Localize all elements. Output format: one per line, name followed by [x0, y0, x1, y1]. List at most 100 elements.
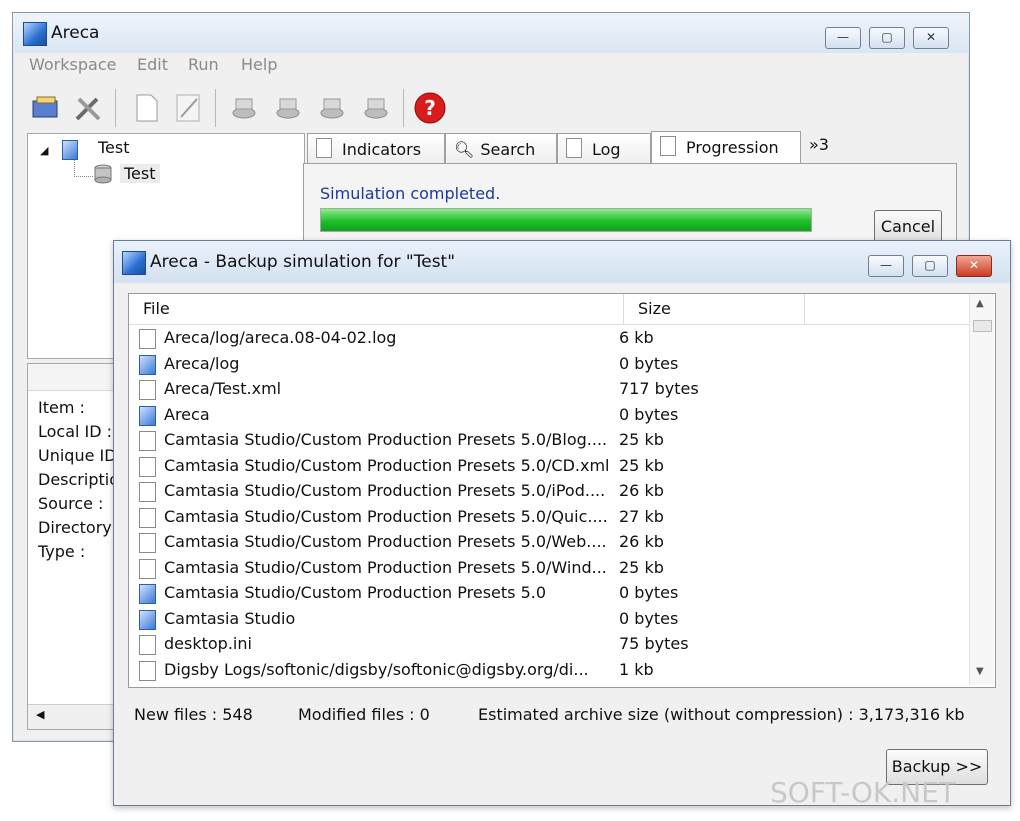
prop-unique-id: Unique ID	[38, 446, 117, 465]
tab-search-label: Search	[480, 140, 536, 159]
menu-workspace[interactable]: Workspace	[29, 55, 116, 74]
file-name: desktop.ini	[164, 634, 252, 653]
file-icon	[139, 431, 156, 451]
folder-icon	[139, 405, 156, 426]
scroll-up-icon[interactable]: ▲	[976, 298, 984, 309]
table-row[interactable]: Camtasia Studio/Custom Production Preset…	[129, 428, 969, 453]
table-row[interactable]: Camtasia Studio/Custom Production Preset…	[129, 479, 969, 504]
vertical-scrollbar[interactable]: ▲ ▼	[969, 294, 994, 685]
edit-icon[interactable]	[171, 91, 205, 125]
scroll-down-icon[interactable]: ▼	[976, 666, 984, 677]
table-row[interactable]: Camtasia Studio/Custom Production Preset…	[129, 530, 969, 555]
table-row[interactable]: desktop.ini 75 bytes	[129, 632, 969, 657]
file-name: Camtasia Studio/Custom Production Preset…	[164, 532, 607, 551]
file-name: Digsby Logs/softonic/digsby/softonic@dig…	[164, 659, 589, 679]
file-size: 717 bytes	[619, 379, 699, 398]
file-list[interactable]: File Size Areca/log/areca.08-04-02.log 6 …	[128, 293, 996, 688]
file-name: Areca/log/areca.08-04-02.log	[164, 328, 397, 347]
file-name: Camtasia Studio/Custom Production Preset…	[164, 583, 547, 602]
file-name: Camtasia Studio/Custom Production Preset…	[164, 557, 607, 577]
svg-text:?: ?	[424, 96, 436, 120]
tab-log[interactable]: Log	[557, 133, 651, 166]
table-row[interactable]: Areca/Test.xml 717 bytes	[129, 377, 969, 402]
dialog-title-bar[interactable]: Areca - Backup simulation for "Test" — ▢…	[114, 241, 1010, 283]
new-document-icon[interactable]	[129, 91, 163, 125]
search-icon: 🔍︎	[454, 140, 475, 159]
help-icon[interactable]: ?	[413, 91, 447, 125]
tab-search[interactable]: 🔍︎ Search	[445, 133, 557, 166]
tree-child-label[interactable]: Test	[120, 164, 160, 183]
file-name: Camtasia Studio/Custom Production Preset…	[164, 506, 608, 526]
scroll-thumb[interactable]	[973, 320, 992, 332]
tab-indicators[interactable]: Indicators	[307, 133, 445, 166]
prop-source: Source :	[38, 494, 104, 513]
tabs-overflow-button[interactable]: »3	[809, 135, 829, 154]
tab-indicators-label: Indicators	[342, 140, 422, 159]
file-name: Camtasia Studio	[164, 608, 296, 628]
toolbar-separator	[215, 89, 216, 127]
close-button[interactable]: ✕	[913, 27, 949, 49]
table-row[interactable]: Camtasia Studio/Custom Production Preset…	[129, 556, 969, 581]
file-icon	[139, 507, 156, 528]
dialog-minimize-button[interactable]: —	[868, 255, 904, 277]
recover-icon[interactable]	[315, 91, 349, 125]
file-icon	[139, 329, 156, 349]
maximize-button[interactable]: ▢	[869, 27, 905, 49]
table-row[interactable]: Camtasia Studio/Custom Production Preset…	[129, 505, 969, 530]
tree-expand-icon[interactable]: ◢	[40, 144, 48, 157]
table-row[interactable]: Camtasia Studio/Custom Production Preset…	[129, 581, 969, 606]
main-title-bar[interactable]: Areca — ▢ ✕	[13, 13, 969, 53]
column-header-size[interactable]: Size	[624, 294, 805, 324]
check-icon[interactable]	[359, 91, 393, 125]
folder-icon	[139, 609, 156, 630]
progress-bar-fill	[321, 209, 811, 231]
tab-log-label: Log	[592, 140, 621, 159]
file-size: 26 kb	[619, 481, 664, 500]
table-row[interactable]: Camtasia Studio/Custom Production Preset…	[129, 454, 969, 479]
column-header-file[interactable]: File	[129, 294, 624, 324]
file-name: Camtasia Studio/Custom Production Preset…	[164, 481, 606, 500]
file-name: Camtasia Studio/Custom Production Preset…	[164, 455, 610, 475]
minimize-button[interactable]: —	[825, 27, 861, 49]
table-row[interactable]: Digsby Logs/softonic/digsby/softonic@dig…	[129, 658, 969, 683]
folder-icon	[139, 354, 156, 375]
file-icon	[139, 558, 156, 579]
areca-app-icon	[23, 22, 47, 46]
file-size: 25 kb	[619, 455, 664, 475]
tools-icon[interactable]	[71, 91, 105, 125]
watermark: SOFT-OK.NET	[770, 776, 956, 809]
tree-root-label[interactable]: Test	[98, 138, 130, 157]
dialog-maximize-button[interactable]: ▢	[912, 255, 948, 277]
group-icon	[62, 140, 78, 160]
file-icon	[139, 660, 156, 681]
prop-type: Type :	[38, 542, 86, 561]
document-icon	[566, 138, 582, 158]
dialog-close-button[interactable]: ✕	[956, 255, 992, 277]
menu-help[interactable]: Help	[241, 55, 277, 74]
header-divider	[129, 324, 969, 325]
table-row[interactable]: Camtasia Studio 0 bytes	[129, 607, 969, 632]
file-icon	[139, 456, 156, 477]
table-row[interactable]: Areca 0 bytes	[129, 403, 969, 428]
tab-progression[interactable]: Progression	[651, 131, 801, 166]
tree-connector	[74, 160, 93, 177]
menu-edit[interactable]: Edit	[137, 55, 168, 74]
dialog-title: Areca - Backup simulation for "Test"	[150, 252, 456, 272]
merge-icon[interactable]	[271, 91, 305, 125]
cancel-button[interactable]: Cancel	[874, 210, 942, 244]
table-row[interactable]: Areca/log 0 bytes	[129, 352, 969, 377]
file-size: 1 kb	[619, 659, 654, 679]
menu-run[interactable]: Run	[188, 55, 219, 74]
table-row[interactable]: Areca/log/areca.08-04-02.log 6 kb	[129, 326, 969, 351]
progress-bar	[320, 208, 812, 232]
file-size: 0 bytes	[619, 353, 679, 373]
workspace-icon[interactable]	[29, 91, 63, 125]
folder-icon	[139, 584, 156, 604]
backup-icon[interactable]	[227, 91, 261, 125]
new-files-count: New files : 548	[134, 705, 253, 724]
scroll-left-icon[interactable]: ◀	[36, 708, 44, 721]
estimated-archive-size: Estimated archive size (without compress…	[478, 705, 965, 724]
file-size: 0 bytes	[619, 583, 679, 602]
file-size: 0 bytes	[619, 404, 679, 424]
toolbar: ?	[13, 83, 969, 133]
